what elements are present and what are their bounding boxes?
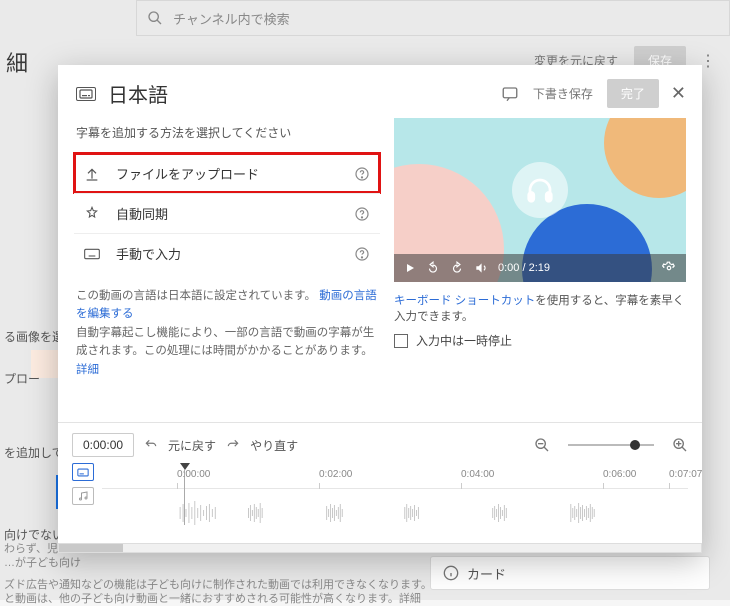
card-label: カード — [467, 564, 506, 583]
headphones-icon — [512, 162, 568, 218]
timeline-toolbar: 0:00:00 元に戻す やり直す — [72, 433, 688, 457]
note-autocap: 自動字幕起こし機能により、一部の言語で動画の字幕が生成されます。この処理には時間… — [76, 327, 374, 357]
option-manual-input[interactable]: 手動で入力 — [74, 233, 380, 273]
timecode-input[interactable]: 0:00:00 — [72, 433, 134, 457]
channel-search[interactable]: チャンネル内で検索 — [136, 0, 730, 36]
method-prompt: 字幕を追加する方法を選択してください — [74, 118, 380, 153]
ruler-mark: 0:06:00 — [603, 469, 636, 480]
rewind-10-icon[interactable] — [426, 261, 440, 275]
search-placeholder: チャンネル内で検索 — [173, 9, 290, 28]
done-button[interactable]: 完了 — [607, 79, 659, 108]
bg-footer-line: と動画は、他の子ども向け動画と一緒におすすめされる可能性が高くなります。詳細 — [4, 590, 421, 606]
ruler-mark: 0:00:00 — [177, 469, 210, 480]
learn-more-link[interactable]: 詳細 — [76, 364, 99, 376]
bg-text-fragment: プロー — [4, 370, 40, 387]
time-ruler[interactable]: 0:00:00 0:02:00 0:04:00 0:06:00 0:07:07 — [102, 469, 688, 489]
zoom-in-icon[interactable] — [672, 437, 688, 453]
zoom-out-icon[interactable] — [534, 437, 550, 453]
option-auto-sync[interactable]: 自動同期 — [74, 193, 380, 233]
zoom-slider[interactable] — [568, 444, 654, 446]
subtitle-icon — [76, 87, 96, 101]
info-icon — [443, 565, 459, 581]
bg-text-fragment: …が子ども向け — [4, 554, 81, 570]
video-preview[interactable]: 0:00 / 2:19 — [394, 118, 686, 282]
decor-shape — [604, 118, 686, 198]
help-icon[interactable] — [354, 166, 370, 182]
feedback-icon[interactable] — [501, 85, 519, 103]
option-label: ファイルをアップロード — [116, 164, 354, 183]
ruler-mark: 0:07:07 — [669, 469, 702, 480]
note-text: この動画の言語は日本語に設定されています。 — [76, 290, 316, 302]
volume-icon[interactable] — [474, 261, 488, 275]
ruler-mark: 0:04:00 — [461, 469, 494, 480]
method-panel: 字幕を追加する方法を選択してください ファイルをアップロード 自動同期 — [74, 118, 380, 422]
preview-panel: 0:00 / 2:19 キーボード ショートカットを使用すると、字幕を素早く入力… — [394, 118, 686, 422]
option-label: 自動同期 — [116, 204, 354, 223]
upload-icon — [84, 166, 106, 182]
timeline-panel: 0:00:00 元に戻す やり直す 0:00:00 0:02:00 0 — [58, 422, 702, 553]
ruler-mark: 0:02:00 — [319, 469, 352, 480]
forward-10-icon[interactable] — [450, 261, 464, 275]
redo-label[interactable]: やり直す — [250, 437, 298, 454]
dialog-title: 日本語 — [108, 79, 487, 108]
audio-lane-icon[interactable] — [72, 487, 94, 505]
pause-checkbox[interactable] — [394, 334, 408, 348]
language-note: この動画の言語は日本語に設定されています。 動画の言語を編集する 自動字幕起こし… — [74, 273, 380, 379]
time-display: 0:00 / 2:19 — [498, 262, 550, 274]
subtitle-dialog: 日本語 下書き保存 完了 ✕ 字幕を追加する方法を選択してください ファイルをア… — [58, 65, 702, 553]
search-icon — [147, 10, 163, 26]
help-icon[interactable] — [354, 206, 370, 222]
undo-icon[interactable] — [144, 438, 158, 452]
play-icon[interactable] — [404, 262, 416, 274]
option-label: 手動で入力 — [116, 244, 354, 263]
redo-icon[interactable] — [226, 438, 240, 452]
subtitle-lane-icon[interactable] — [72, 463, 94, 481]
video-controls: 0:00 / 2:19 — [394, 254, 686, 282]
bg-heading-fragment: 細 — [6, 46, 28, 78]
settings-icon[interactable] — [662, 261, 676, 275]
help-icon[interactable] — [354, 246, 370, 262]
pause-label: 入力中は一時停止 — [416, 332, 512, 349]
option-upload-file[interactable]: ファイルをアップロード — [74, 153, 380, 193]
close-icon[interactable]: ✕ — [671, 83, 686, 104]
horizontal-scrollbar[interactable] — [58, 543, 702, 553]
pause-while-typing-row[interactable]: 入力中は一時停止 — [394, 332, 686, 349]
keyboard-icon — [84, 248, 106, 260]
waveform[interactable] — [102, 489, 688, 537]
keyboard-shortcuts-link[interactable]: キーボード ショートカット — [394, 295, 535, 307]
undo-label[interactable]: 元に戻す — [168, 437, 216, 454]
save-draft-button[interactable]: 下書き保存 — [533, 85, 593, 102]
shortcut-hint: キーボード ショートカットを使用すると、字幕を素早く入力できます。 — [394, 282, 686, 332]
card-panel[interactable]: カード — [430, 556, 710, 590]
autosync-icon — [84, 206, 106, 222]
dialog-header: 日本語 下書き保存 完了 ✕ — [58, 65, 702, 118]
lane-selectors — [72, 457, 102, 537]
